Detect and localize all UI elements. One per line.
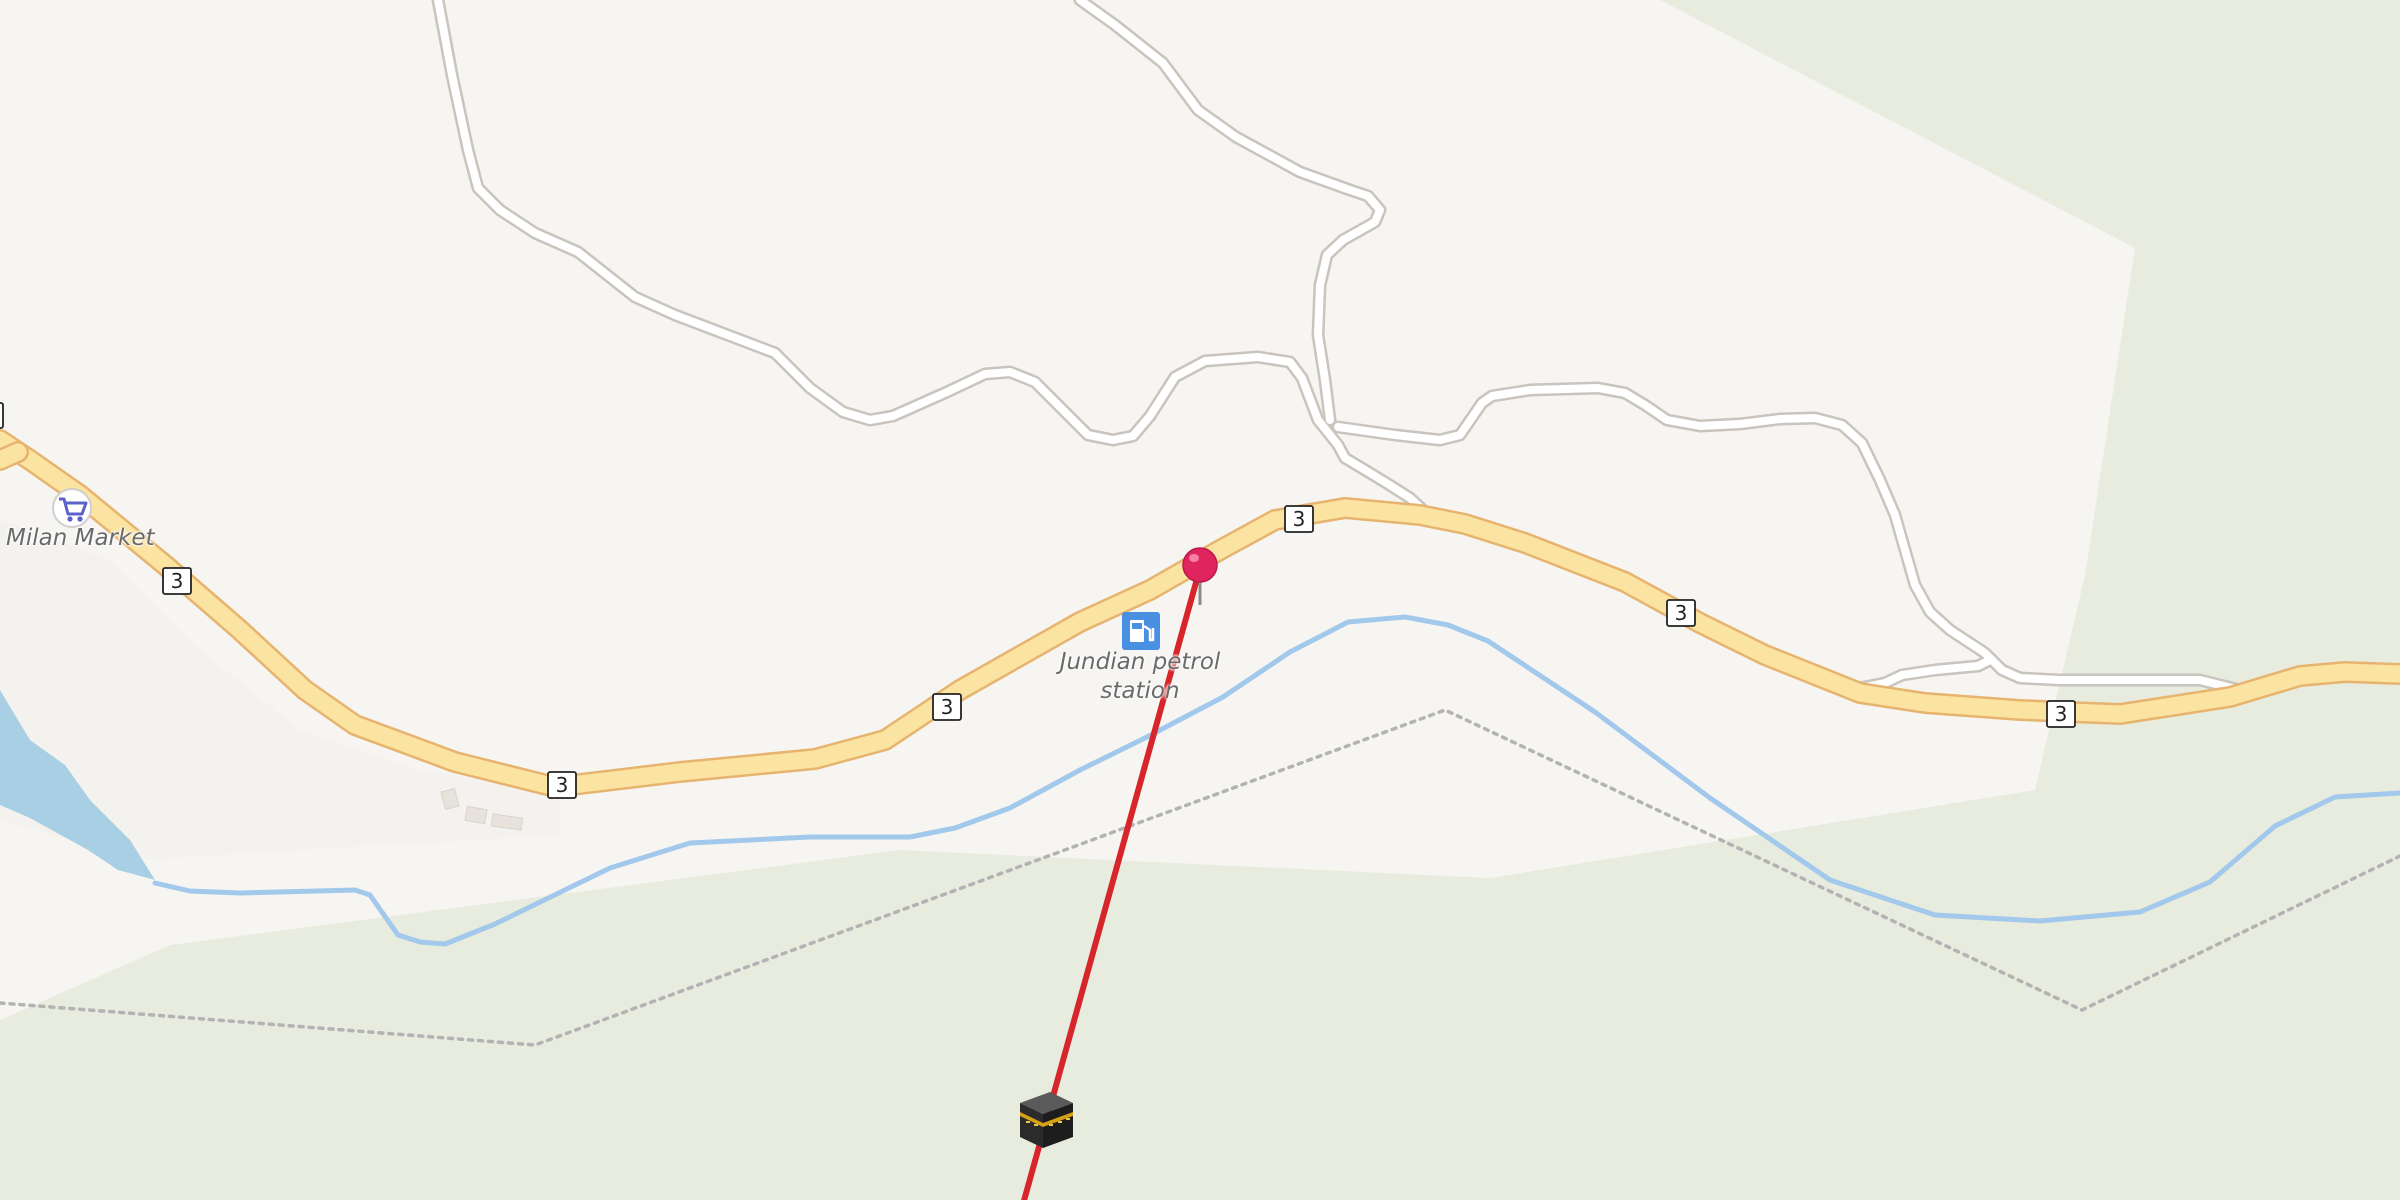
route-shield <box>0 402 4 429</box>
route-shield: 3 <box>162 567 192 595</box>
shopping-cart-icon[interactable] <box>52 488 92 528</box>
poi-label-jundian-petrol-station[interactable]: Jundian petrol station <box>1040 648 1240 706</box>
route-shield-label: 3 <box>2055 702 2068 726</box>
route-shield: 3 <box>1284 505 1314 533</box>
route-shield-label: 3 <box>1675 601 1688 625</box>
route-shield-label: 3 <box>1293 507 1306 531</box>
route-shield: 3 <box>547 771 577 799</box>
kaaba-icon <box>1020 1092 1073 1148</box>
route-shield: 3 <box>932 693 962 721</box>
route-shield-label: 3 <box>171 569 184 593</box>
poi-label-milan-market[interactable]: Milan Market <box>6 524 155 553</box>
fuel-pump-icon[interactable] <box>1122 612 1160 650</box>
route-shield-label: 3 <box>556 773 569 797</box>
route-shield: 3 <box>2046 700 2076 728</box>
map-canvas[interactable]: 3 3 3 3 3 3 <box>0 0 2400 1200</box>
route-shield-label: 3 <box>941 695 954 719</box>
map-view[interactable]: 3 3 3 3 3 3 Milan Market Jundian petrol … <box>0 0 2400 1200</box>
route-shield: 3 <box>1666 599 1696 627</box>
